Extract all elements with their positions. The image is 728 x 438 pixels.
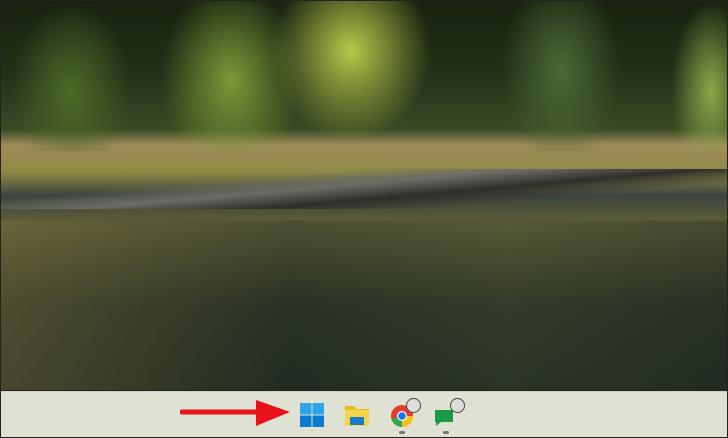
wallpaper-river <box>1 221 727 390</box>
wallpaper-trees <box>1 1 727 151</box>
running-indicator <box>443 431 449 434</box>
folder-icon <box>345 406 369 426</box>
wallpaper-riverbank <box>1 169 727 209</box>
windows-logo-icon <box>300 403 324 427</box>
running-indicator <box>399 431 405 434</box>
red-arrow-annotation <box>180 400 290 426</box>
chat-button[interactable] <box>433 398 465 434</box>
desktop-wallpaper <box>1 1 727 390</box>
profile-badge-icon <box>450 398 465 413</box>
profile-badge-icon <box>406 398 421 413</box>
chrome-button[interactable] <box>389 398 421 434</box>
file-explorer-button[interactable] <box>344 402 370 428</box>
start-button[interactable] <box>299 402 325 428</box>
taskbar <box>1 391 727 437</box>
